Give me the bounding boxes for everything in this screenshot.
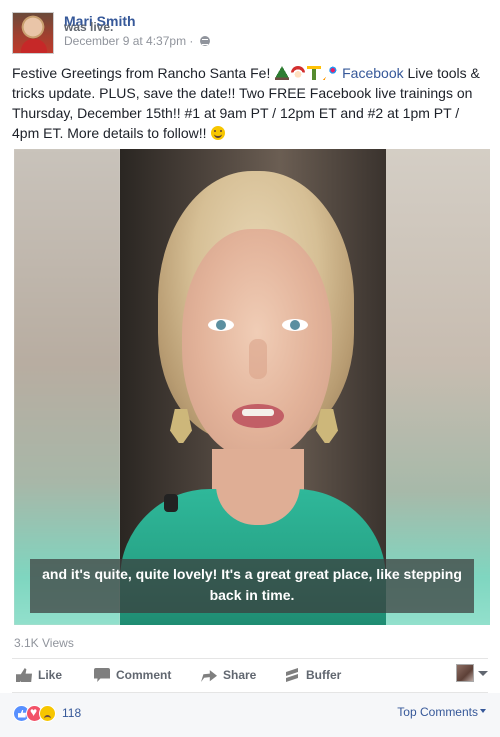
video-blur-right [386,149,490,625]
smile-icon [211,126,226,140]
share-button[interactable]: Share [201,666,256,684]
action-bar: Like Comment Share Buffer [12,661,488,689]
like-label: Like [38,668,63,682]
viewer-avatar[interactable] [456,664,474,682]
top-comments-label: Top Comments [397,705,478,719]
reaction-count[interactable]: 118 [62,706,81,720]
avatar-shirt [21,39,47,53]
post-text-intro: Festive Greetings from Rancho Santa Fe! [12,65,271,81]
top-comments-dropdown[interactable]: Top Comments [397,705,486,719]
lapel-mic [164,494,178,512]
avatar[interactable] [12,12,54,54]
post-text: Festive Greetings from Rancho Santa Fe! … [12,63,490,143]
santa-icon [291,66,306,80]
post-header: Mari Smith was live. December 9 at 4:37p… [12,12,488,56]
divider-top [12,658,488,659]
comment-label: Comment [116,668,172,682]
sad-reaction-icon [39,704,56,722]
video-frame [120,149,386,625]
live-video-player[interactable]: and it's quite, quite lovely! It's a gre… [14,149,490,625]
chevron-down-icon[interactable] [478,671,488,676]
left-eye [208,319,234,331]
video-caption: and it's quite, quite lovely! It's a gre… [30,559,474,613]
caret-down-icon [480,709,486,713]
comment-button[interactable]: Comment [94,666,171,684]
comment-icon [94,668,110,682]
view-count: 3.1K Views [14,636,74,650]
mouth [232,404,284,428]
champagne-icon [307,66,322,80]
thumbs-up-icon [16,668,32,682]
buffer-button[interactable]: Buffer [284,666,341,684]
author-line: Mari Smith was live. [64,13,136,34]
nose [249,339,267,379]
right-eye [282,319,308,331]
reactions-footer: 118 Top Comments [0,693,500,737]
meta-separator: · [189,34,194,48]
like-button[interactable]: Like [16,666,62,684]
share-icon [201,670,217,682]
reaction-summary[interactable]: 118 [13,704,81,722]
share-label: Share [223,668,257,682]
globe-icon[interactable] [199,36,210,46]
post-meta: December 9 at 4:37pm · [64,34,210,48]
video-blur-left [14,149,120,625]
buffer-label: Buffer [306,668,342,682]
party-popper-icon [323,66,338,80]
christmas-tree-icon [275,66,290,80]
buffer-icon [284,668,300,682]
post-timestamp[interactable]: December 9 at 4:37pm [64,34,186,48]
facebook-link[interactable]: Facebook [342,65,403,81]
